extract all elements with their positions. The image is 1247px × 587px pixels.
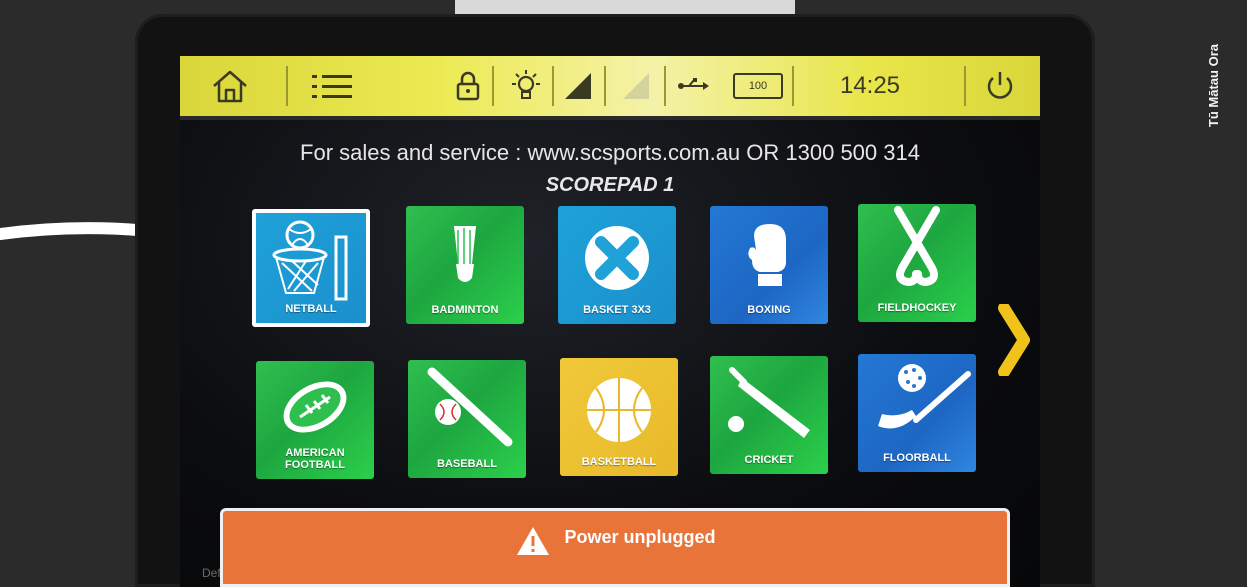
menu-button[interactable] — [304, 64, 360, 108]
watermark: Tū Mātau Ora — [1206, 44, 1221, 128]
status-divider — [286, 66, 288, 106]
usb-indicator — [674, 64, 714, 108]
power-icon — [987, 72, 1013, 99]
page-title: SCOREPAD 1 — [545, 174, 675, 196]
football-icon — [283, 381, 347, 433]
battery-icon: 100 — [733, 73, 783, 99]
signal-icon — [565, 73, 591, 99]
sport-tile-fieldhockey[interactable]: FIELDHOCKEY — [858, 204, 976, 322]
wifi-icon — [623, 73, 649, 99]
power-alert-banner[interactable]: Power unplugged — [220, 508, 1010, 587]
next-page-button[interactable] — [998, 302, 1030, 381]
sport-tile-basketball[interactable]: BASKETBALL — [560, 358, 678, 476]
sport-tile-boxing[interactable]: BOXING — [710, 206, 828, 324]
menu-icon — [312, 75, 352, 98]
basketball-icon — [587, 378, 651, 442]
lightbulb-icon — [512, 70, 540, 99]
status-bar: 100 14:25 — [180, 56, 1040, 120]
floorball-icon — [878, 364, 971, 429]
sport-tile-basket-3x3[interactable]: BASKET 3X3 — [558, 206, 676, 324]
boxing-glove-icon — [748, 224, 786, 286]
status-divider — [964, 66, 966, 106]
shuttlecock-icon — [454, 226, 476, 282]
lock-icon — [456, 71, 480, 101]
sport-tile-american-football[interactable]: AMERICAN FOOTBALL — [256, 361, 374, 479]
hockey-sticks-icon — [894, 206, 940, 287]
cricket-bat-icon — [728, 367, 810, 438]
sport-tile-floorball[interactable]: FLOORBALL — [858, 354, 976, 472]
status-divider — [604, 66, 606, 106]
status-divider — [664, 66, 666, 106]
usb-icon — [678, 78, 709, 90]
status-divider — [492, 66, 494, 106]
baseball-bat-icon — [427, 367, 513, 447]
home-button[interactable] — [202, 64, 258, 108]
alert-text: Power unplugged — [564, 527, 716, 547]
sport-tile-baseball[interactable]: BASEBALL — [408, 360, 526, 478]
sport-tile-netball[interactable]: NETBALL — [252, 209, 370, 327]
background-paper — [455, 0, 795, 14]
sport-tile-badminton[interactable]: BADMINTON — [406, 206, 524, 324]
warning-icon — [516, 527, 549, 555]
netball-hoop-icon — [272, 220, 348, 301]
wifi-indicator — [616, 64, 656, 108]
sales-info: For sales and service : www.scsports.com… — [300, 140, 920, 165]
sport-tile-cricket[interactable]: CRICKET — [710, 356, 828, 474]
status-divider — [552, 66, 554, 106]
lock-button[interactable] — [448, 64, 488, 108]
touch-screen: 100 14:25 For sales and service : www.sc… — [180, 56, 1040, 587]
power-button[interactable] — [976, 64, 1024, 108]
chevron-right-icon — [998, 302, 1030, 378]
battery-indicator: 100 — [730, 64, 786, 108]
brightness-button[interactable] — [504, 64, 548, 108]
clock: 14:25 — [839, 72, 901, 99]
signal-indicator — [558, 64, 598, 108]
basket3x3-icon — [585, 226, 649, 290]
status-divider — [792, 66, 794, 106]
home-icon — [213, 70, 247, 103]
